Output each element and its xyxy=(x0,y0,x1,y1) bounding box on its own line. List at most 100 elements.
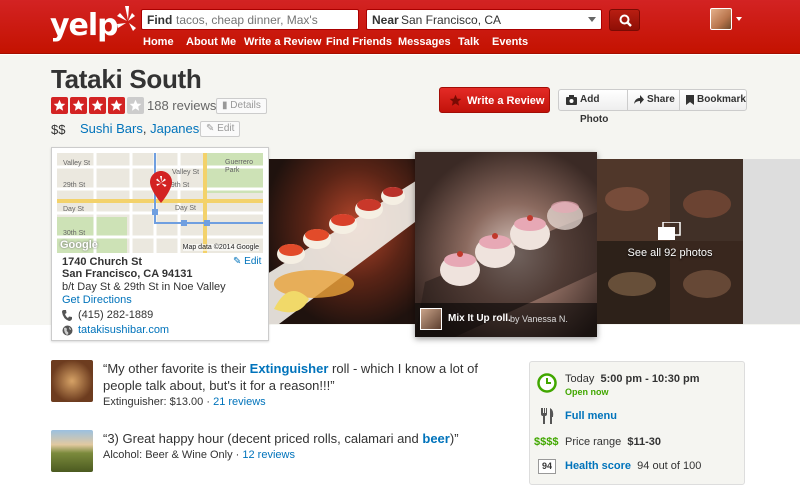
highlight-meta: Alcohol: Beer & Wine Only · 12 reviews xyxy=(103,449,295,461)
near-label: Near xyxy=(372,13,399,27)
edit-categories-button[interactable]: ✎ Edit xyxy=(200,121,241,137)
find-input[interactable] xyxy=(176,12,354,27)
photo-title[interactable]: Mix It Up roll. xyxy=(448,313,511,324)
health-score-link[interactable]: Health score xyxy=(565,460,631,472)
category-link[interactable]: Japanese xyxy=(150,121,206,136)
chevron-down-icon[interactable] xyxy=(736,17,742,21)
map-credit: Map data ©2014 Google xyxy=(182,244,259,251)
highlight-thumbnail[interactable] xyxy=(51,360,93,402)
photo-featured[interactable]: Mix It Up roll. by Vanessa N. xyxy=(415,152,597,337)
business-name: Tataki South xyxy=(51,64,202,94)
street-label: 30th St xyxy=(63,230,86,237)
address-city: San Francisco, CA 94131 xyxy=(62,268,193,280)
yelp-burst-icon xyxy=(117,6,136,31)
nav-about-me[interactable]: About Me xyxy=(186,36,236,48)
user-avatar[interactable] xyxy=(710,8,732,30)
photographer-avatar[interactable] xyxy=(420,308,442,330)
add-photo-button[interactable]: Add Photo xyxy=(559,90,627,125)
nav-messages[interactable]: Messages xyxy=(398,36,451,48)
share-button[interactable]: Share xyxy=(627,90,679,110)
price-level: $$ xyxy=(51,122,66,137)
quote-text: “My other favorite is their xyxy=(103,361,250,376)
phone-icon xyxy=(62,310,72,321)
photo-image xyxy=(269,181,415,324)
camera-icon xyxy=(566,95,577,105)
full-menu-link[interactable]: Full menu xyxy=(565,410,617,422)
nav-find-friends[interactable]: Find Friends xyxy=(326,36,392,48)
star-icon xyxy=(51,97,68,114)
chevron-down-icon[interactable] xyxy=(588,17,596,22)
share-label: Share xyxy=(647,94,675,105)
photo-author[interactable]: by Vanessa N. xyxy=(510,314,568,324)
star-icon xyxy=(449,94,462,106)
yelp-logo[interactable]: yelp xyxy=(50,6,136,46)
photo-caption: Mix It Up roll. by Vanessa N. xyxy=(415,303,597,337)
highlight-thumbnail[interactable] xyxy=(51,430,93,472)
highlight-quote: “3) Great happy hour (decent priced roll… xyxy=(103,430,503,447)
find-label: Find xyxy=(147,13,173,27)
map-pin-icon[interactable] xyxy=(150,171,172,206)
category-link[interactable]: Sushi Bars xyxy=(80,121,143,136)
highlight-review-count-link[interactable]: 21 reviews xyxy=(213,396,266,408)
get-directions-link[interactable]: Get Directions xyxy=(62,294,132,306)
park-label: Guerrero Park xyxy=(225,159,254,174)
health-badge: 94 xyxy=(538,459,556,474)
near-field[interactable]: Near San Francisco, CA xyxy=(366,9,602,30)
quote-text: )” xyxy=(449,431,459,446)
meta-text: Extinguisher: $13.00 · xyxy=(103,396,214,408)
details-button[interactable]: ▮ Details xyxy=(216,98,267,114)
highlight-keyword-link[interactable]: beer xyxy=(422,431,449,446)
pencil-icon: ✎ xyxy=(233,256,245,267)
health-score-value: 94 out of 100 xyxy=(637,460,702,472)
find-field[interactable]: Find xyxy=(141,9,359,30)
price-dollar-icon: $$$$ xyxy=(534,436,559,448)
star-icon xyxy=(108,97,125,114)
nav-talk[interactable]: Talk xyxy=(458,36,479,48)
map[interactable]: Valley St Valley St 29th St 29th St Day … xyxy=(57,153,263,253)
details-label: Details xyxy=(230,100,261,111)
search-button[interactable] xyxy=(609,9,640,31)
write-review-button[interactable]: Write a Review xyxy=(439,87,550,113)
highlight-keyword-link[interactable]: Extinguisher xyxy=(250,361,329,376)
photo-grid[interactable]: See all 92 photos xyxy=(597,159,743,324)
see-all-photos[interactable]: See all 92 photos xyxy=(597,159,743,324)
nav-home[interactable]: Home xyxy=(143,36,174,48)
website-link[interactable]: tatakisushibar.com xyxy=(78,324,169,336)
near-input[interactable]: San Francisco, CA xyxy=(401,13,501,27)
price-range-line: Price range $11-30 xyxy=(565,436,661,448)
pencil-icon: ✎ xyxy=(206,123,218,134)
highlight-quote: “My other favorite is their Extinguisher… xyxy=(103,360,503,394)
add-photo-label: Add Photo xyxy=(580,94,609,125)
edit-label: Edit xyxy=(217,123,235,134)
edit-address-link[interactable]: ✎ Edit xyxy=(233,256,261,267)
write-review-label: Write a Review xyxy=(467,95,545,107)
business-info-card: Today 5:00 pm - 10:30 pm Open now Full m… xyxy=(529,361,745,485)
bookmark-button[interactable]: Bookmark xyxy=(679,90,746,110)
star-icon xyxy=(70,97,87,114)
fork-knife-icon xyxy=(541,408,554,424)
highlight-review-count-link[interactable]: 12 reviews xyxy=(242,449,295,461)
category-list: Sushi Bars, Japanese xyxy=(80,121,207,136)
hours-value: 5:00 pm - 10:30 pm xyxy=(600,373,700,385)
street-label: Day St xyxy=(175,205,197,212)
street-label: 29th St xyxy=(63,182,86,189)
review-count[interactable]: 188 reviews xyxy=(147,98,216,113)
health-line: Health score 94 out of 100 xyxy=(565,460,701,472)
search-icon xyxy=(619,14,632,27)
photo-partial[interactable] xyxy=(743,159,800,324)
nav-write-review[interactable]: Write a Review xyxy=(244,36,321,48)
action-buttons: Add Photo Share Bookmark xyxy=(558,89,747,125)
share-icon xyxy=(634,95,644,104)
edit-label: Edit xyxy=(244,256,262,267)
google-watermark: Google xyxy=(60,239,98,251)
price-range-label: Price range xyxy=(565,436,622,448)
highlight-meta: Extinguisher: $13.00 · 21 reviews xyxy=(103,396,266,408)
globe-icon xyxy=(62,325,73,336)
photo-sushi-plate[interactable] xyxy=(269,159,415,324)
meta-text: Alcohol: Beer & Wine Only · xyxy=(103,449,243,461)
nav-events[interactable]: Events xyxy=(492,36,528,48)
map-card: Valley St Valley St 29th St 29th St Day … xyxy=(51,147,269,341)
photos-icon xyxy=(658,222,681,240)
address-street: 1740 Church St xyxy=(62,256,143,268)
clock-icon xyxy=(537,373,557,393)
